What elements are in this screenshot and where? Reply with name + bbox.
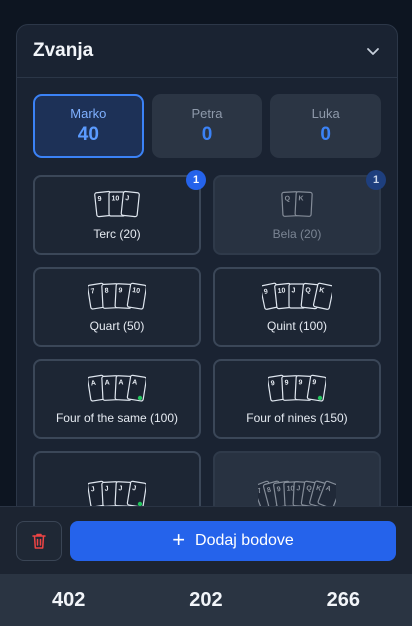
action-bar: + Dodaj bodove xyxy=(0,506,412,575)
player-score: 0 xyxy=(320,124,331,145)
player-tab-petra[interactable]: Petra 0 xyxy=(151,94,263,158)
card-rank: A xyxy=(90,380,96,388)
player-name: Marko xyxy=(70,106,107,121)
meld-grid: 1 9 10 J Terc (20) 1 QK Bela (20) 7 8 9 10 Qu… xyxy=(33,170,386,531)
card-rank: A xyxy=(118,379,123,386)
count-badge: 1 xyxy=(366,170,386,190)
player-tab-marko[interactable]: Marko 40 xyxy=(33,94,144,158)
card-rank: A xyxy=(104,380,109,387)
meld-quint[interactable]: 9 10 J Q K Quint (100) xyxy=(213,267,381,347)
card-rank: 10 xyxy=(277,287,286,295)
card-icon: 9 xyxy=(306,374,326,402)
status-dot xyxy=(317,395,323,401)
meld-four-of-nines[interactable]: 9999 Four of nines (150) xyxy=(213,359,381,439)
delete-button[interactable] xyxy=(16,521,62,561)
melds-panel: Zvanja Marko 40 Petra 0 Luka 0 1 9 10 J Te… xyxy=(16,24,398,546)
card-rank: J xyxy=(292,288,296,295)
card-rank: 9 xyxy=(118,287,122,294)
card-rank: 10 xyxy=(112,196,120,203)
meld-bela[interactable]: 1 QK Bela (20) xyxy=(213,170,386,255)
panel-header[interactable]: Zvanja xyxy=(17,25,397,78)
card-icon: J xyxy=(120,190,140,218)
card-rank: 9 xyxy=(298,379,302,386)
meld-four-of-the-same[interactable]: A A A A Four of the same (100) xyxy=(33,359,201,439)
meld-label: Quart (50) xyxy=(89,319,145,333)
chevron-down-icon[interactable] xyxy=(365,43,381,59)
player-tab-luka[interactable]: Luka 0 xyxy=(270,94,382,158)
meld-label: Quint (100) xyxy=(266,319,328,333)
cards-icon: 7 8 9 10 J Q K A xyxy=(258,480,336,509)
cards-icon: AAAA xyxy=(88,374,146,402)
meld-quart[interactable]: 7 8 9 10 Quart (50) xyxy=(33,267,201,347)
add-points-button[interactable]: + Dodaj bodove xyxy=(70,521,396,561)
count-badge: 1 xyxy=(186,170,206,190)
card-rank: 10 xyxy=(132,287,141,295)
card-rank: A xyxy=(132,379,138,387)
card-rank: J xyxy=(104,486,108,493)
total-score: 266 xyxy=(326,588,360,611)
card-icon: J xyxy=(126,480,146,508)
meld-label: Four of nines (150) xyxy=(246,411,348,425)
add-points-label: Dodaj bodove xyxy=(195,532,294,549)
total-score: 402 xyxy=(51,588,86,611)
cards-icon: QK xyxy=(281,191,313,217)
card-rank: 8 xyxy=(104,288,108,295)
card-rank: J xyxy=(296,485,300,492)
cards-icon: 9 10 J Q K xyxy=(262,282,332,310)
plus-icon: + xyxy=(172,527,186,552)
cards-icon: JJJJ xyxy=(88,480,146,508)
meld-terc[interactable]: 1 9 10 J Terc (20) xyxy=(33,170,206,255)
cards-icon: 7 8 9 10 xyxy=(88,282,146,310)
card-rank: J xyxy=(118,485,122,492)
meld-label: Four of the same (100) xyxy=(55,411,179,425)
card-icon: A xyxy=(126,374,146,402)
card-icon: K xyxy=(294,191,313,217)
player-score: 40 xyxy=(77,124,99,145)
status-dot xyxy=(137,395,143,401)
cards-icon: 9 10 J xyxy=(94,190,140,218)
player-name: Luka xyxy=(311,106,340,121)
player-name: Petra xyxy=(191,106,223,121)
card-rank: 9 xyxy=(284,380,288,387)
meld-label: Bela (20) xyxy=(272,227,322,241)
cards-icon: 9999 xyxy=(268,374,326,402)
trash-icon xyxy=(32,533,46,549)
card-rank: Q xyxy=(284,196,290,203)
totals-bar: 402 202 266 xyxy=(0,574,412,626)
card-rank: K xyxy=(298,195,303,202)
card-icon: 10 xyxy=(126,282,146,310)
meld-label: Terc (20) xyxy=(93,227,141,241)
total-score: 202 xyxy=(189,588,223,611)
player-selector: Marko 40 Petra 0 Luka 0 xyxy=(33,94,382,158)
panel-title: Zvanja xyxy=(33,40,94,61)
player-score: 0 xyxy=(201,124,213,145)
